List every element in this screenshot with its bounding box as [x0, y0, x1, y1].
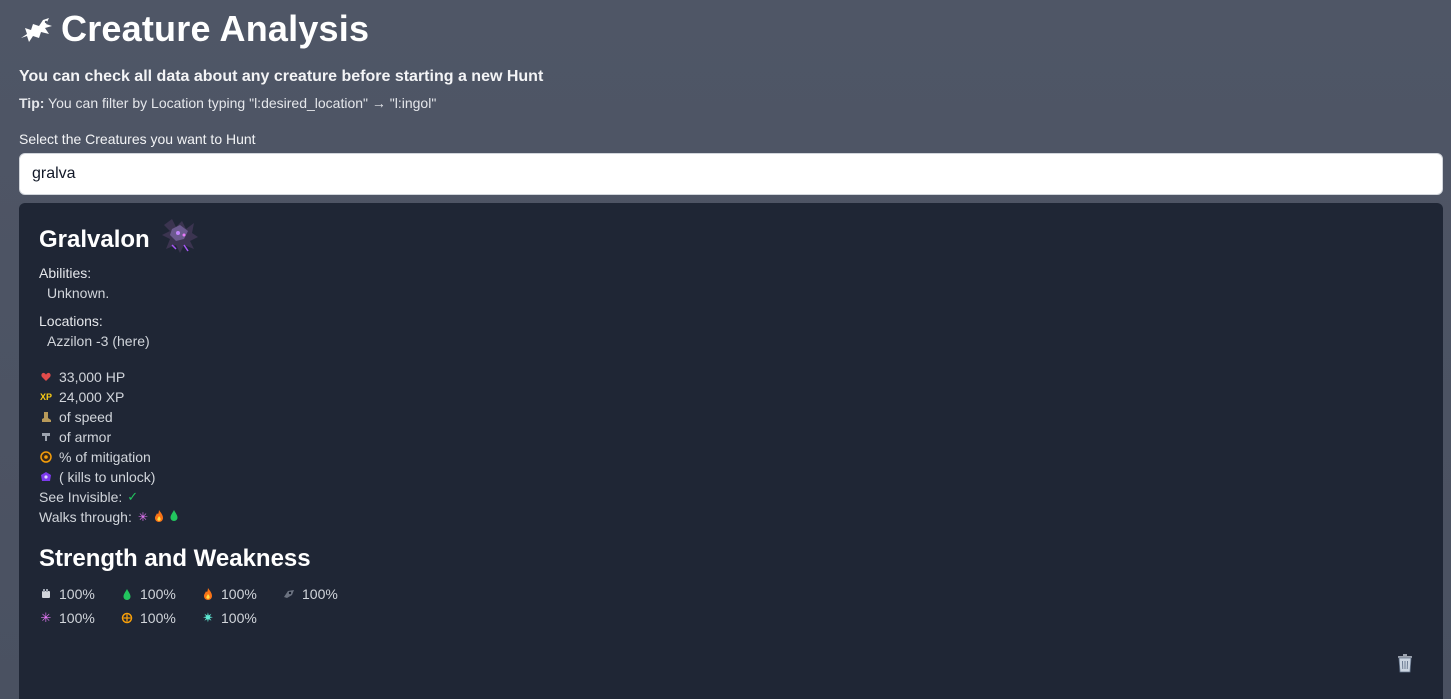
creature-header: Gralvalon [39, 219, 202, 259]
boots-icon [39, 410, 53, 424]
energy-field-icon: ✳ [137, 510, 148, 524]
tip-body: You can filter by Location typing "l:des… [44, 95, 437, 111]
earth-resistance: 100% [120, 584, 201, 604]
mitigation-stat: % of mitigation [39, 447, 178, 467]
fire-icon [201, 587, 215, 601]
xp-stat: XP 24,000 XP [39, 387, 178, 407]
creature-name: Gralvalon [39, 226, 150, 253]
ice-icon: ✷ [202, 610, 214, 625]
speed-stat: of speed [39, 407, 178, 427]
creature-sprite [161, 219, 198, 253]
holy-icon [120, 611, 134, 625]
armor-icon [39, 430, 53, 444]
abilities-label: Abilities: [39, 265, 92, 281]
bestiary-value: ( kills to unlock) [59, 469, 156, 485]
creature-stats: 33,000 HP XP 24,000 XP of speed of armor… [39, 367, 178, 527]
ice-value: 100% [221, 610, 257, 626]
physical-icon [39, 587, 53, 601]
xp-value: 24,000 XP [59, 389, 125, 405]
earth-icon [120, 587, 134, 601]
physical-value: 100% [59, 586, 95, 602]
see-invisible-row: See Invisible: ✓ [39, 487, 178, 507]
hp-value: 33,000 HP [59, 369, 126, 385]
creature-search-input[interactable] [19, 153, 1443, 195]
bestiary-icon [39, 470, 53, 484]
hp-stat: 33,000 HP [39, 367, 178, 387]
mitigation-value: % of mitigation [59, 449, 151, 465]
locations-label: Locations: [39, 313, 103, 329]
death-icon [282, 587, 296, 601]
death-value: 100% [302, 586, 338, 602]
death-resistance: 100% [282, 584, 363, 604]
trash-icon [1398, 654, 1412, 673]
earth-value: 100% [140, 586, 176, 602]
dragon-icon [21, 18, 52, 42]
strength-weakness-grid: 100% 100% 100% 100% ✳ 100% 100% ✷ 100% [39, 584, 363, 628]
abilities-value: Unknown. [47, 285, 110, 301]
energy-icon: ✳ [40, 610, 52, 625]
fire-field-icon [154, 509, 164, 525]
bestiary-stat: ( kills to unlock) [39, 467, 178, 487]
walks-through-row: Walks through: ✳ [39, 507, 178, 527]
poison-field-icon [170, 510, 178, 524]
title-row: Creature Analysis [19, 8, 369, 50]
holy-value: 100% [140, 610, 176, 626]
see-invisible-label: See Invisible: [39, 489, 123, 505]
xp-icon: XP [39, 392, 52, 402]
page-subtitle: You can check all data about any creatur… [19, 68, 544, 85]
ice-resistance: ✷ 100% [201, 608, 282, 628]
creature-card: Gralvalon Abilities: Unknown. Locations:… [19, 203, 1443, 699]
physical-resistance: 100% [39, 584, 120, 604]
speed-value: of speed [59, 409, 113, 425]
heart-icon [39, 370, 53, 384]
tip-text: Tip: You can filter by Location typing "… [19, 95, 436, 111]
check-icon: ✓ [127, 489, 139, 504]
walks-through-label: Walks through: [39, 509, 132, 525]
energy-value: 100% [59, 610, 95, 626]
fire-value: 100% [221, 586, 257, 602]
mitigation-icon [39, 450, 53, 464]
page-header: Creature Analysis [19, 8, 369, 50]
locations-value: Azzilon -3 (here) [47, 333, 150, 349]
armor-stat: of armor [39, 427, 178, 447]
energy-resistance: ✳ 100% [39, 608, 120, 628]
tip-label: Tip: [19, 95, 45, 111]
holy-resistance: 100% [120, 608, 201, 628]
fire-resistance: 100% [201, 584, 282, 604]
creature-select-label: Select the Creatures you want to Hunt [19, 131, 256, 147]
delete-creature-button[interactable] [1393, 651, 1417, 675]
page-title: Creature Analysis [61, 8, 370, 49]
armor-value: of armor [59, 429, 112, 445]
strength-weakness-title: Strength and Weakness [39, 545, 311, 572]
